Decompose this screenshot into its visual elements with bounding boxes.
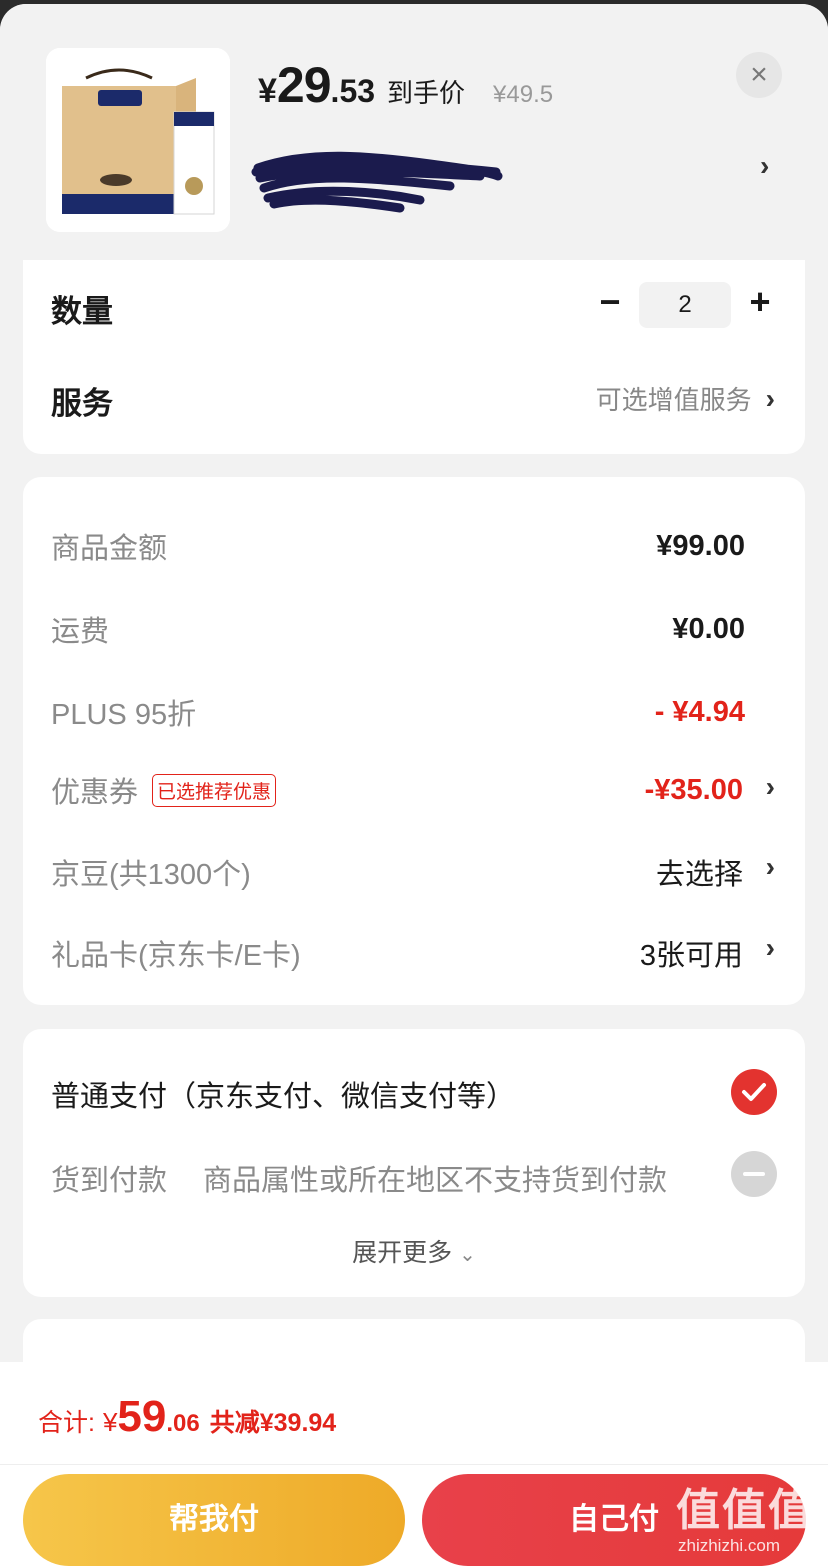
coupon-label-wrap: 优惠券 已选推荐优惠 [51,769,277,811]
total-row: 合计: ¥ 59 .06 共减¥39.94 [38,1392,336,1442]
goods-amount-row: 商品金额 ¥99.00 [51,525,745,567]
total-decimal: .06 [166,1410,200,1437]
watermark-url: zhizhizhi.com [678,1536,781,1555]
product-header: ¥ 29 .53 到手价 ¥49.5 × › [0,4,828,262]
service-selector[interactable]: 可选增值服务 › [596,380,775,417]
expand-more-label: 展开更多 [352,1239,453,1267]
payment-method-card: 普通支付（京东支付、微信支付等） 货到付款 商品属性或所在地区不支持货到付款 展… [23,1029,805,1297]
jingdou-label: 京豆(共1300个) [51,859,251,891]
price-symbol: ¥ [258,72,277,110]
redaction-scribble [251,151,503,213]
check-icon[interactable] [731,1069,777,1115]
close-icon[interactable]: × [736,52,782,98]
total-symbol: ¥ [102,1407,118,1437]
chevron-right-icon: › [765,382,775,414]
shipping-label: 运费 [51,616,110,648]
giftcard-value: 3张可用 [639,940,743,972]
watermark-logo: 值值值 [676,1486,814,1535]
product-image [46,48,230,232]
price-summary-card: 商品金额 ¥99.00 运费 ¥0.00 PLUS 95折 - ¥4.94 优惠… [23,477,805,1005]
divider [0,1464,828,1465]
coupon-row[interactable]: 优惠券 已选推荐优惠 -¥35.00 [51,769,743,811]
total-integer: 59 [117,1392,167,1441]
chevron-down-icon: ⌄ [459,1244,476,1266]
final-price-label: 到手价 [387,78,466,108]
shipping-value: ¥0.00 [672,612,745,645]
price-row: ¥ 29 .53 到手价 ¥49.5 [258,56,553,114]
total-saved: 共减¥39.94 [209,1409,337,1437]
expand-more-button[interactable]: 展开更多 ⌄ [23,1233,805,1269]
service-label: 服务 [51,386,113,421]
price-integer: 29 [276,57,332,113]
cod-note: 商品属性或所在地区不支持货到付款 [203,1165,668,1197]
jingdou-row[interactable]: 京豆(共1300个) 去选择 [51,851,743,893]
giftcard-row[interactable]: 礼品卡(京东卡/E卡) 3张可用 [51,932,743,974]
chevron-right-icon[interactable]: › [766,851,775,883]
giftcard-label: 礼品卡(京东卡/E卡) [51,940,301,972]
plus-discount-row: PLUS 95折 - ¥4.94 [51,691,745,733]
quantity-increase-button[interactable]: + [745,282,775,322]
plus-discount-value: - ¥4.94 [654,695,745,728]
coupon-label: 优惠券 [51,777,139,809]
price-decimal: .53 [330,73,376,109]
checkout-sheet: ¥ 29 .53 到手价 ¥49.5 × › 数量 − 2 + 服务 可选增值服… [0,4,828,1567]
cod-label: 货到付款 [51,1165,168,1197]
coupon-value: -¥35.00 [644,773,743,806]
coupon-tag: 已选推荐优惠 [152,773,277,807]
quantity-decrease-button[interactable]: − [595,282,625,322]
chevron-right-icon[interactable]: › [766,771,775,803]
quantity-label: 数量 [51,294,113,329]
chevron-right-icon[interactable]: › [760,150,769,182]
service-value: 可选增值服务 [595,385,752,415]
help-pay-button[interactable]: 帮我付 [23,1474,405,1566]
normal-payment-label[interactable]: 普通支付（京东支付、微信支付等） [51,1073,515,1115]
jingdou-value: 去选择 [655,859,743,891]
chevron-right-icon[interactable]: › [766,932,775,964]
quantity-input[interactable]: 2 [639,282,731,328]
total-label: 合计: [38,1409,95,1437]
goods-amount-label: 商品金额 [51,533,168,565]
plus-discount-label: PLUS 95折 [51,699,197,731]
quantity-service-card: 数量 − 2 + 服务 可选增值服务 › [23,260,805,454]
disabled-icon [731,1151,777,1197]
shipping-row: 运费 ¥0.00 [51,608,745,650]
goods-amount-value: ¥99.00 [656,529,745,562]
original-price: ¥49.5 [493,81,554,108]
